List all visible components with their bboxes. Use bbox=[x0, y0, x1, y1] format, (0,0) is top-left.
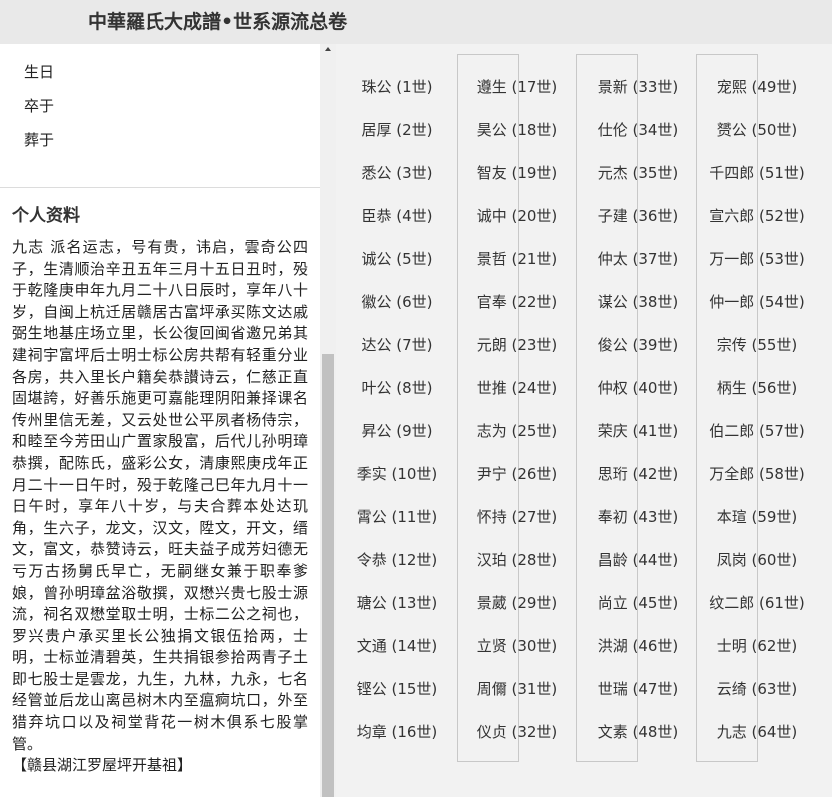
generation-link[interactable]: 宗传 (55世) bbox=[697, 333, 817, 357]
generation-link[interactable]: 尹宁 (26世) bbox=[457, 462, 577, 486]
generation-link[interactable]: 令恭 (12世) bbox=[337, 548, 457, 572]
generation-link[interactable]: 子建 (36世) bbox=[578, 204, 698, 228]
generation-link[interactable]: 悉公 (3世) bbox=[337, 161, 457, 185]
biography-note: 【赣县湖江罗屋坪开基祖】 bbox=[12, 756, 193, 775]
generation-link[interactable]: 景哲 (21世) bbox=[457, 247, 577, 271]
generation-link[interactable]: 遵生 (17世) bbox=[457, 75, 577, 99]
generation-link[interactable]: 纹二郎 (61世) bbox=[697, 591, 817, 615]
generation-link[interactable]: 文素 (48世) bbox=[578, 720, 698, 744]
generation-link[interactable]: 仕伦 (34世) bbox=[578, 118, 698, 142]
generation-link[interactable]: 万一郎 (53世) bbox=[697, 247, 817, 271]
generation-link[interactable]: 诚公 (5世) bbox=[337, 247, 457, 271]
generation-link[interactable]: 世推 (24世) bbox=[457, 376, 577, 400]
generation-link[interactable]: 周儞 (31世) bbox=[457, 677, 577, 701]
generation-link[interactable]: 谋公 (38世) bbox=[578, 290, 698, 314]
generation-link[interactable]: 云绮 (63世) bbox=[697, 677, 817, 701]
generation-link[interactable]: 凤岗 (60世) bbox=[697, 548, 817, 572]
generation-link[interactable]: 九志 (64世) bbox=[697, 720, 817, 744]
biography-body: 九志 派名运志，号有贵，讳启，雲奇公四子，生清顺治辛丑五年三月十五日丑时，殁于乾… bbox=[12, 238, 308, 753]
profile-title: 个人资料 bbox=[12, 206, 80, 226]
generation-link[interactable]: 智友 (19世) bbox=[457, 161, 577, 185]
generation-link[interactable]: 昊公 (18世) bbox=[457, 118, 577, 142]
generation-link[interactable]: 汉珀 (28世) bbox=[457, 548, 577, 572]
generation-link[interactable]: 尚立 (45世) bbox=[578, 591, 698, 615]
biography-text: 九志 派名运志，号有贵，讳启，雲奇公四子，生清顺治辛丑五年三月十五日丑时，殁于乾… bbox=[12, 237, 308, 777]
generation-link[interactable]: 千四郎 (51世) bbox=[697, 161, 817, 185]
generation-link[interactable]: 文通 (14世) bbox=[337, 634, 457, 658]
generation-link[interactable]: 荣庆 (41世) bbox=[578, 419, 698, 443]
life-events-list: 生日 卒于 葬于 bbox=[24, 60, 54, 162]
generation-link[interactable]: 立贤 (30世) bbox=[457, 634, 577, 658]
generation-link[interactable]: 洪湖 (46世) bbox=[578, 634, 698, 658]
generation-link[interactable]: 宠熙 (49世) bbox=[697, 75, 817, 99]
generation-link[interactable]: 霄公 (11世) bbox=[337, 505, 457, 529]
left-panel: 生日 卒于 葬于 个人资料 九志 派名运志，号有贵，讳启，雲奇公四子，生清顺治辛… bbox=[0, 44, 336, 797]
generation-link[interactable]: 均章 (16世) bbox=[337, 720, 457, 744]
generation-link[interactable]: 元杰 (35世) bbox=[578, 161, 698, 185]
generation-link[interactable]: 仲权 (40世) bbox=[578, 376, 698, 400]
generation-link[interactable]: 官奉 (22世) bbox=[457, 290, 577, 314]
generation-link[interactable]: 思珩 (42世) bbox=[578, 462, 698, 486]
generation-link[interactable]: 俊公 (39世) bbox=[578, 333, 698, 357]
birth-label: 生日 bbox=[24, 63, 55, 81]
generation-link[interactable]: 仲太 (37世) bbox=[578, 247, 698, 271]
generation-grid: 珠公 (1世) 居厚 (2世) 悉公 (3世) 臣恭 (4世) 诚公 (5世) 徽公 (6… bbox=[336, 44, 832, 797]
death-label: 卒于 bbox=[24, 97, 55, 115]
generation-link[interactable]: 仲一郎 (54世) bbox=[697, 290, 817, 314]
generation-link[interactable]: 居厚 (2世) bbox=[337, 118, 457, 142]
generation-link[interactable]: 臣恭 (4世) bbox=[337, 204, 457, 228]
generation-link[interactable]: 达公 (7世) bbox=[337, 333, 457, 357]
generation-link[interactable]: 徽公 (6世) bbox=[337, 290, 457, 314]
generation-link[interactable]: 士明 (62世) bbox=[697, 634, 817, 658]
section-divider bbox=[0, 187, 320, 188]
generation-link[interactable]: 铿公 (15世) bbox=[337, 677, 457, 701]
generation-link[interactable]: 景葳 (29世) bbox=[457, 591, 577, 615]
generation-link[interactable]: 本瑄 (59世) bbox=[697, 505, 817, 529]
generation-link[interactable]: 诚中 (20世) bbox=[457, 204, 577, 228]
scroll-up-arrow-icon[interactable] bbox=[325, 47, 331, 51]
generation-link[interactable]: 奉初 (43世) bbox=[578, 505, 698, 529]
generation-link[interactable]: 仪贞 (32世) bbox=[457, 720, 577, 744]
generation-link[interactable]: 赟公 (50世) bbox=[697, 118, 817, 142]
generation-link[interactable]: 世瑞 (47世) bbox=[578, 677, 698, 701]
generation-link[interactable]: 季实 (10世) bbox=[337, 462, 457, 486]
page-title: 中華羅氏大成譜•世系源流总卷 bbox=[88, 11, 348, 33]
generation-link[interactable]: 昇公 (9世) bbox=[337, 419, 457, 443]
generation-link[interactable]: 伯二郎 (57世) bbox=[697, 419, 817, 443]
burial-label: 葬于 bbox=[24, 131, 55, 149]
generation-link[interactable]: 柄生 (56世) bbox=[697, 376, 817, 400]
generation-link[interactable]: 元朗 (23世) bbox=[457, 333, 577, 357]
generation-link[interactable]: 瑭公 (13世) bbox=[337, 591, 457, 615]
generation-link[interactable]: 宣六郎 (52世) bbox=[697, 204, 817, 228]
left-scrollbar[interactable] bbox=[320, 44, 336, 797]
generation-panel: 珠公 (1世) 居厚 (2世) 悉公 (3世) 臣恭 (4世) 诚公 (5世) 徽公 (6… bbox=[336, 44, 832, 797]
app-header: 中華羅氏大成譜•世系源流总卷 bbox=[0, 0, 832, 44]
generation-link[interactable]: 景新 (33世) bbox=[578, 75, 698, 99]
generation-link[interactable]: 珠公 (1世) bbox=[337, 75, 457, 99]
generation-link[interactable]: 叶公 (8世) bbox=[337, 376, 457, 400]
generation-link[interactable]: 万全郎 (58世) bbox=[697, 462, 817, 486]
generation-link[interactable]: 怀持 (27世) bbox=[457, 505, 577, 529]
generation-link[interactable]: 志为 (25世) bbox=[457, 419, 577, 443]
scroll-thumb[interactable] bbox=[322, 354, 334, 797]
generation-link[interactable]: 昌龄 (44世) bbox=[578, 548, 698, 572]
